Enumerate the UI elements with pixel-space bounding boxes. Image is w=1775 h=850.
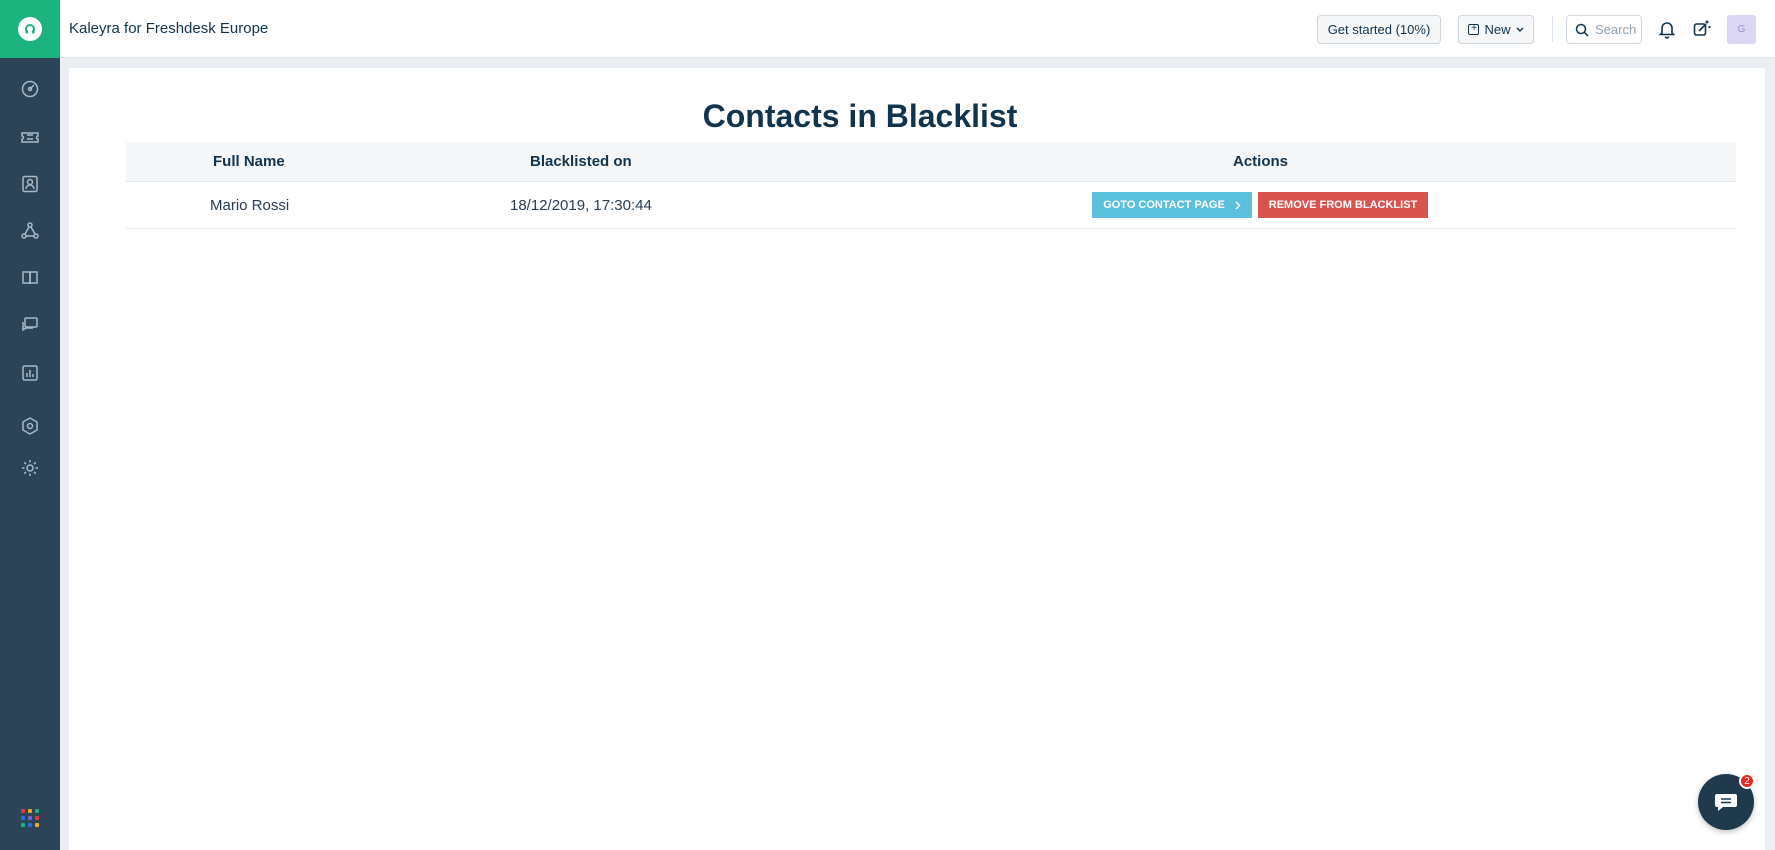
admin-icon (22, 417, 38, 435)
contacts-icon (22, 175, 38, 193)
sidebar-item-contacts[interactable] (0, 164, 60, 204)
get-started-button[interactable]: Get started (10%) (1317, 15, 1441, 44)
magic-wand-icon (1693, 20, 1711, 36)
chevron-right-icon (1235, 200, 1241, 210)
blacklist-table: Full Name Blacklisted on Actions Mario R… (126, 142, 1736, 229)
reports-icon (22, 365, 38, 381)
bell-icon (1658, 22, 1676, 39)
freshdesk-logo[interactable] (0, 0, 60, 58)
goto-contact-page-button[interactable]: GOTO CONTACT PAGE (1092, 192, 1252, 218)
app-title: Kaleyra for Freshdesk Europe (69, 20, 269, 37)
social-icon (21, 222, 39, 239)
top-bar: Kaleyra for Freshdesk Europe Get started… (60, 0, 1775, 58)
sidebar-item-forums[interactable] (0, 305, 60, 345)
sidebar-item-admin[interactable] (0, 406, 60, 446)
sidebar-item-reports[interactable] (0, 353, 60, 393)
contact-full-name: Mario Rossi (210, 197, 290, 214)
divider (1552, 16, 1553, 42)
chat-icon (1715, 794, 1737, 811)
solutions-icon (22, 271, 38, 285)
sidebar-item-solutions[interactable] (0, 258, 60, 298)
chat-unread-badge: 2 (1739, 773, 1755, 789)
sidebar-item-settings[interactable] (0, 448, 60, 488)
apps-grid-icon[interactable] (21, 809, 39, 827)
column-header-actions: Actions (1233, 153, 1289, 170)
forums-icon (22, 317, 38, 332)
chat-widget-button[interactable]: 2 (1698, 773, 1755, 830)
avatar[interactable]: G (1727, 15, 1756, 44)
search-placeholder: Search (1595, 22, 1637, 37)
table-header: Full Name Blacklisted on Actions (126, 142, 1736, 182)
blacklisted-date: 18/12/2019, 17:30:44 (510, 197, 652, 214)
search-icon (1575, 23, 1589, 37)
dashboard-icon (21, 80, 39, 98)
chevron-down-icon (1516, 27, 1523, 32)
headset-icon (25, 24, 35, 34)
notifications-button[interactable] (1656, 18, 1678, 40)
page-title: Contacts in Blacklist (702, 98, 1018, 134)
table-row: Mario Rossi 18/12/2019, 17:30:44 GOTO CO… (126, 182, 1736, 229)
new-button[interactable]: + New (1458, 15, 1534, 44)
sidebar-item-social[interactable] (0, 211, 60, 251)
content-panel: Contacts in Blacklist Full Name Blacklis… (69, 68, 1765, 850)
settings-icon (22, 460, 38, 476)
goto-contact-page-label: GOTO CONTACT PAGE (1103, 199, 1225, 211)
new-button-label: New (1484, 22, 1511, 37)
remove-from-blacklist-button[interactable]: REMOVE FROM BLACKLIST (1258, 192, 1428, 218)
column-header-blacklisted-on: Blacklisted on (530, 153, 632, 170)
plus-icon: + (1468, 24, 1480, 35)
search-input[interactable]: Search (1566, 15, 1642, 44)
column-header-full-name: Full Name (213, 153, 285, 170)
ai-assist-button[interactable] (1691, 18, 1713, 40)
